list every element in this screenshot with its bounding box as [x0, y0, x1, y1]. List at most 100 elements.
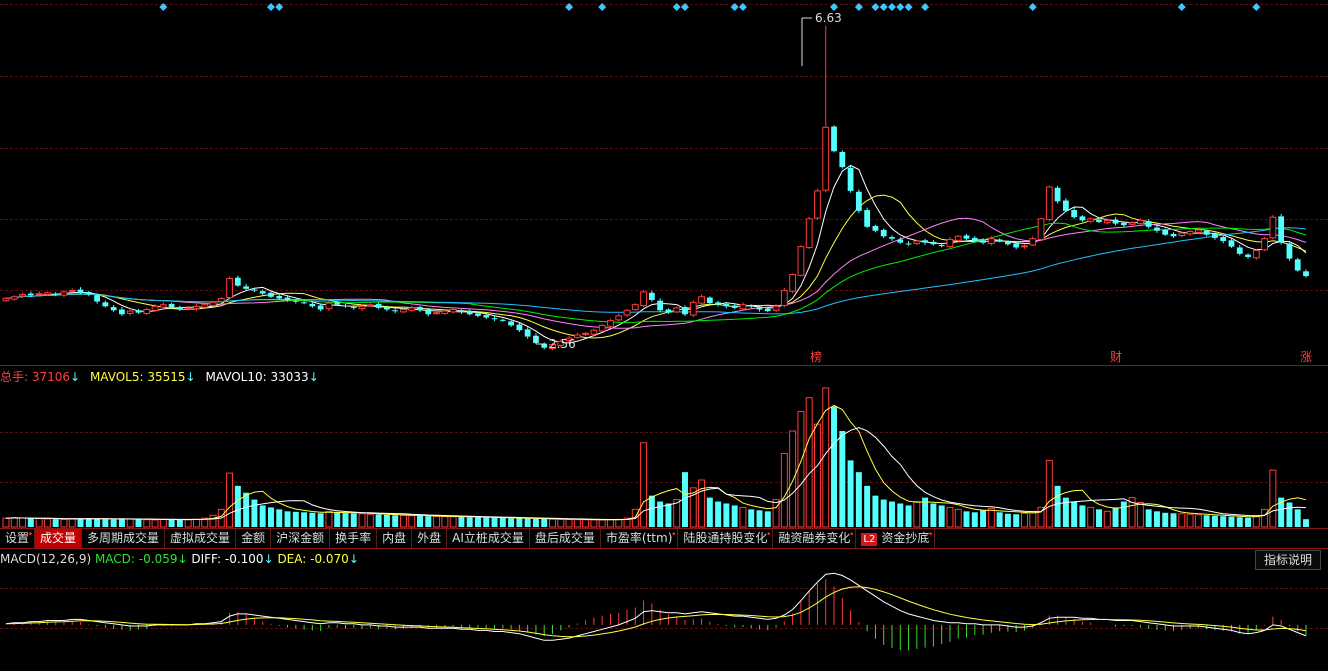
- tab-2[interactable]: 多周期成交量: [82, 529, 166, 548]
- tab-7[interactable]: 内盘: [377, 529, 413, 548]
- tab-8[interactable]: 外盘: [412, 529, 448, 548]
- volume-bar-down: [466, 517, 473, 527]
- candle-body-up: [739, 304, 747, 310]
- tab-1[interactable]: 成交量: [35, 529, 83, 548]
- event-marker-zhang[interactable]: 涨: [1300, 350, 1312, 364]
- candle-body-down: [251, 289, 258, 291]
- tab-label: 内盘: [382, 531, 407, 545]
- candle-body-down: [1054, 187, 1061, 202]
- volume-bar-up: [399, 514, 407, 528]
- volume-bar-down: [350, 513, 357, 527]
- candle-body-down: [234, 277, 241, 286]
- volume-bar-up: [441, 516, 449, 528]
- tab-12[interactable]: 陆股通持股变化 •: [678, 529, 774, 548]
- indicator-help-button[interactable]: 指标说明: [1254, 550, 1321, 570]
- candle-body-down: [1005, 241, 1011, 245]
- diff-value: -0.100: [224, 552, 264, 566]
- volume-bar-down: [723, 503, 730, 527]
- volume-bar-down: [168, 519, 175, 527]
- candle-body-down: [731, 305, 738, 308]
- volume-bar-down: [1170, 513, 1177, 527]
- candle-body-down: [980, 240, 986, 243]
- candle-body-up: [1103, 219, 1111, 224]
- candle-body-up: [780, 289, 788, 307]
- candle-body-up: [366, 304, 374, 307]
- volume-total-value: 37106: [31, 370, 71, 384]
- volume-bar-up: [946, 506, 954, 528]
- tab-9[interactable]: AI立桩成交量: [447, 529, 530, 548]
- candle-body-up: [201, 304, 209, 308]
- candle-body-down: [508, 321, 514, 326]
- candle-body-down: [897, 239, 904, 243]
- candle-body-down: [1154, 227, 1160, 231]
- candle-body-up: [60, 291, 68, 296]
- macd-name: MACD(12,26,9): [0, 552, 92, 566]
- tab-label: 外盘: [417, 531, 442, 545]
- macd-label: MACD:: [91, 552, 139, 566]
- volume-bar-up: [325, 510, 333, 528]
- ma5-line: [5, 164, 1307, 344]
- volume-bar-down: [524, 518, 531, 527]
- candle-body-down: [466, 311, 473, 315]
- tab-6[interactable]: 换手率: [330, 529, 378, 548]
- tab-10[interactable]: 盘后成交量: [529, 529, 601, 548]
- volume-bar-up: [209, 514, 217, 528]
- candle-body-up: [987, 238, 995, 244]
- candle-body-down: [847, 167, 854, 191]
- candle-body-down: [657, 300, 664, 311]
- mavol5-value: 35515: [147, 370, 186, 384]
- candle-body-down: [996, 239, 1003, 242]
- tab-11[interactable]: 市盈率(ttm) •: [600, 529, 679, 548]
- volume-bar-down: [483, 517, 490, 527]
- mavol10-line: [5, 427, 1307, 520]
- volume-bar-up: [565, 519, 573, 528]
- tab-13[interactable]: 融资融券变化 •: [773, 529, 857, 548]
- event-marker-bang[interactable]: 榜: [810, 350, 822, 364]
- volume-bar-up: [987, 507, 995, 528]
- volume-bar-down: [176, 519, 183, 527]
- candle-body-up: [615, 315, 623, 321]
- candle-body-up: [433, 312, 440, 315]
- volume-bar-down: [756, 510, 763, 527]
- candle-body-up: [184, 307, 192, 310]
- candle-body-down: [922, 240, 929, 243]
- candle-body-up: [209, 301, 217, 307]
- candle-body-down: [1079, 216, 1086, 221]
- new-dot-icon: •: [928, 530, 934, 540]
- volume-bar-down: [301, 512, 308, 527]
- candle-body-down: [85, 291, 92, 295]
- event-marker-cai[interactable]: 财: [1110, 350, 1122, 364]
- candle-body-down: [880, 229, 887, 237]
- macd-legend: MACD(12,26,9) MACD: -0.059↓ DIFF: -0.100…: [0, 552, 359, 566]
- candle-body-down: [110, 307, 117, 311]
- volume-bar-down: [1236, 517, 1243, 527]
- volume-bar-down: [839, 431, 846, 527]
- tab-4[interactable]: 金额: [236, 529, 272, 548]
- volume-bar-down: [1162, 512, 1169, 527]
- ma60-line: [5, 227, 1307, 315]
- volume-bar-down: [102, 519, 109, 527]
- candle-body-up: [673, 307, 681, 313]
- volume-bar-down: [930, 503, 937, 527]
- candle-body-down: [301, 302, 307, 304]
- volume-bar-down: [1203, 515, 1210, 527]
- candle-body-up: [1021, 245, 1028, 248]
- tab-label: 市盈率(ttm): [605, 531, 673, 545]
- candle-body-up: [400, 308, 407, 313]
- volume-bar-up: [449, 516, 457, 528]
- volume-bar-up: [813, 423, 821, 528]
- volume-bar-up: [192, 518, 200, 528]
- candle-body-down: [417, 307, 423, 311]
- volume-bar-up: [797, 410, 805, 528]
- volume-bar-up: [913, 501, 921, 528]
- volume-bar-up: [1029, 510, 1037, 528]
- volume-bar-down: [1303, 519, 1309, 527]
- candle-body-down: [383, 307, 390, 310]
- tab-5[interactable]: 沪深金额: [271, 529, 331, 548]
- tab-3[interactable]: 虚拟成交量: [165, 529, 237, 548]
- tab-0[interactable]: 设置 •: [0, 529, 36, 548]
- volume-bar-down: [864, 485, 871, 527]
- volume-bar-down: [276, 509, 283, 527]
- tab-14[interactable]: L2 资金抄底 •: [856, 529, 936, 548]
- volume-bar-down: [1096, 509, 1102, 527]
